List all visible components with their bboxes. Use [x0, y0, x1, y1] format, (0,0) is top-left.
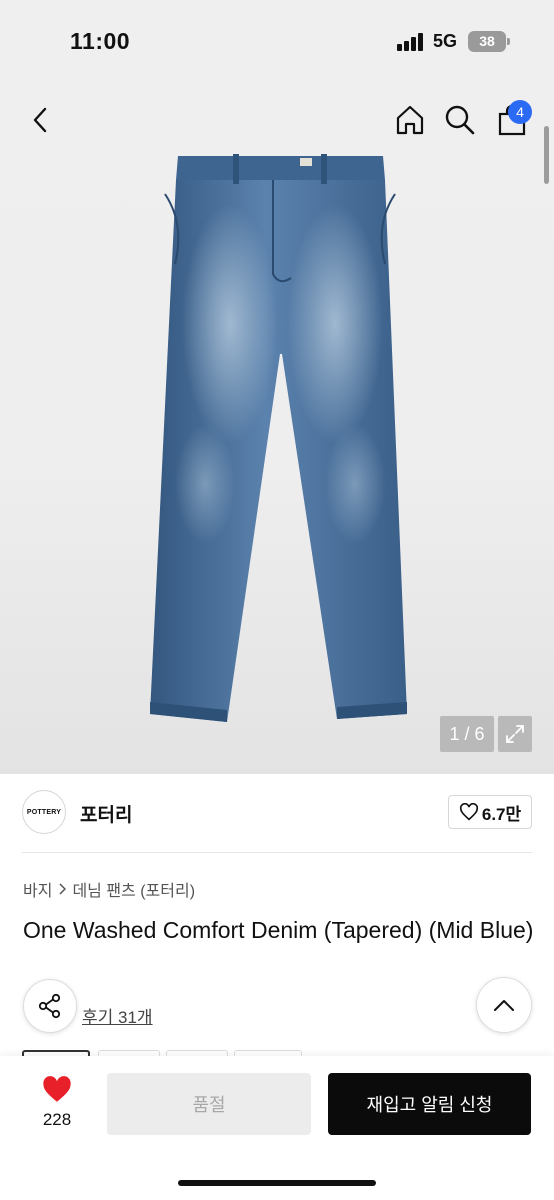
battery-tip: [507, 38, 510, 45]
product-image: [150, 154, 407, 722]
search-icon: [445, 105, 475, 135]
status-bar: 11:00 5G 38: [0, 0, 554, 86]
home-button[interactable]: [392, 102, 428, 138]
battery-icon: 38: [468, 31, 506, 52]
brand-name[interactable]: 포터리: [80, 800, 132, 827]
expand-icon: [506, 725, 524, 743]
search-button[interactable]: [442, 102, 478, 138]
product-gallery[interactable]: 4 1 / 6: [0, 86, 554, 774]
home-icon: [396, 105, 424, 135]
brand-logo[interactable]: POTTERY: [22, 790, 66, 834]
review-link[interactable]: 후기 31개: [82, 1003, 153, 1028]
soldout-button: 품절: [107, 1073, 311, 1135]
wishlist-button[interactable]: 228: [30, 1076, 84, 1130]
breadcrumb-subcategory[interactable]: 데님 팬츠 (포터리): [72, 877, 195, 901]
back-button[interactable]: [22, 102, 58, 138]
image-counter: 1 / 6: [440, 716, 494, 752]
home-indicator: [178, 1180, 376, 1186]
chevron-up-icon: [494, 1000, 514, 1011]
brand-like-count: 6.7만: [481, 804, 522, 824]
heart-filled-icon: [43, 1076, 71, 1102]
status-time: 11:00: [70, 28, 131, 54]
scrollbar[interactable]: [544, 126, 549, 184]
bottom-action-bar: 228 품절 재입고 알림 신청: [0, 1056, 554, 1200]
heart-outline-icon: [459, 803, 478, 821]
network-label: 5G: [433, 31, 458, 51]
scroll-top-button[interactable]: [476, 977, 532, 1033]
brand-like-button[interactable]: 6.7만: [448, 795, 532, 829]
chevron-left-icon: [33, 107, 47, 133]
restock-alert-button[interactable]: 재입고 알림 신청: [328, 1073, 531, 1135]
signal-icon: [397, 33, 425, 51]
wishlist-count: 228: [42, 1110, 72, 1129]
share-button[interactable]: [23, 979, 77, 1033]
breadcrumb-category[interactable]: 바지: [23, 877, 52, 901]
expand-button[interactable]: [498, 716, 532, 752]
product-title: One Washed Comfort Denim (Tapered) (Mid …: [23, 917, 534, 943]
breadcrumb: 바지 데님 팬츠 (포터리): [23, 877, 195, 901]
chevron-right-icon: [59, 883, 67, 895]
divider: [22, 852, 532, 853]
cart-count-badge: 4: [508, 100, 532, 124]
share-icon: [38, 993, 61, 1019]
